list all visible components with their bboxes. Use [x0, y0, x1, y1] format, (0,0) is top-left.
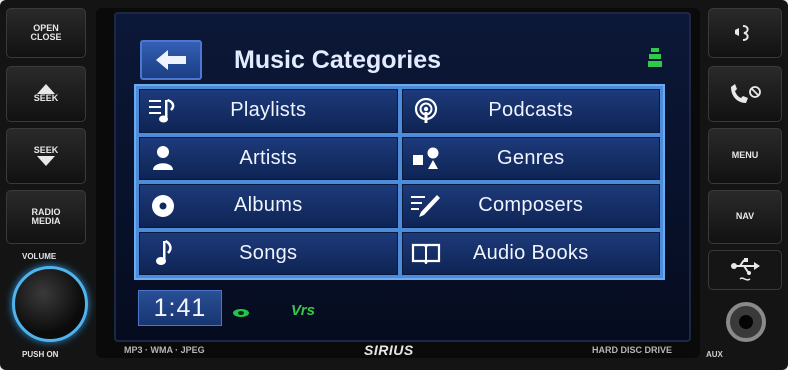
seek-down-label: SEEK — [33, 145, 59, 156]
left-button-column: OPEN CLOSE SEEK SEEK RADIO MEDIA VOLUME … — [0, 0, 94, 370]
category-label: Audio Books — [472, 241, 589, 264]
aux-jack[interactable] — [726, 302, 766, 342]
phone-button[interactable] — [708, 66, 782, 122]
clock-display[interactable]: 1:41 — [138, 290, 222, 326]
phone-icon — [731, 84, 761, 103]
vrs-indicator: Vrs — [291, 302, 315, 319]
category-audio-books-button[interactable]: Audio Books — [401, 231, 660, 275]
category-grid: Playlists Podcasts Artists Genres Albums… — [134, 84, 665, 280]
sirius-logo: SIRIUS — [364, 342, 414, 358]
back-button[interactable] — [140, 40, 202, 80]
arrow-down-icon — [37, 155, 55, 166]
artist-icon — [148, 144, 178, 172]
volume-knob[interactable] — [12, 266, 88, 342]
category-label: Composers — [478, 194, 584, 217]
back-arrow-icon — [156, 50, 186, 70]
hard-disc-label: HARD DISC DRIVE — [592, 345, 673, 355]
eye-status-icon — [233, 309, 249, 317]
voice-command-button[interactable] — [708, 8, 782, 58]
seek-down-button[interactable]: SEEK — [6, 128, 86, 184]
category-label: Genres — [497, 146, 565, 169]
push-on-label: PUSH ON — [22, 350, 59, 359]
category-label: Artists — [239, 146, 298, 169]
playlist-icon — [148, 97, 178, 125]
radio-media-button[interactable]: RADIO MEDIA — [6, 190, 86, 244]
category-artists-button[interactable]: Artists — [139, 136, 398, 180]
category-label: Playlists — [230, 99, 307, 122]
category-songs-button[interactable]: Songs — [139, 231, 398, 275]
category-label: Podcasts — [488, 99, 574, 122]
usb-icon — [731, 258, 760, 281]
seek-up-label: SEEK — [33, 93, 59, 104]
page-title: Music Categories — [234, 46, 442, 74]
format-label: MP3 · WMA · JPEG — [124, 345, 205, 355]
open-close-label: OPEN CLOSE — [30, 22, 62, 42]
category-podcasts-button[interactable]: Podcasts — [401, 89, 660, 133]
category-label: Albums — [234, 194, 303, 217]
category-label: Songs — [239, 241, 298, 264]
disc-icon — [148, 192, 178, 220]
menu-label: MENU — [731, 150, 759, 161]
signal-status-icon — [648, 48, 662, 67]
genre-shapes-icon — [411, 144, 441, 172]
menu-button[interactable]: MENU — [708, 128, 782, 184]
voice-icon — [735, 25, 749, 41]
status-bar: 1:41 Vrs — [138, 290, 678, 330]
category-albums-button[interactable]: Albums — [139, 184, 398, 228]
radio-media-label: RADIO MEDIA — [31, 206, 61, 226]
volume-knob-area: VOLUME PUSH ON — [6, 250, 88, 364]
seek-up-button[interactable]: SEEK — [6, 66, 86, 122]
head-unit: OPEN CLOSE SEEK SEEK RADIO MEDIA VOLUME … — [0, 0, 788, 370]
aux-label: AUX — [706, 350, 723, 359]
title-bar: Music Categories — [128, 40, 676, 80]
podcast-icon — [411, 97, 441, 125]
open-book-icon — [411, 239, 441, 267]
category-playlists-button[interactable]: Playlists — [139, 89, 398, 133]
bottom-label-strip: MP3 · WMA · JPEG SIRIUS HARD DISC DRIVE — [96, 340, 700, 362]
composer-pen-icon — [410, 192, 441, 220]
category-genres-button[interactable]: Genres — [401, 136, 660, 180]
touch-screen: Music Categories Playlists Podcasts Arti… — [114, 12, 691, 342]
aux-input: AUX — [702, 294, 788, 364]
category-composers-button[interactable]: Composers — [401, 184, 660, 228]
usb-port[interactable] — [708, 250, 782, 290]
nav-label: NAV — [735, 211, 755, 222]
open-close-button[interactable]: OPEN CLOSE — [6, 8, 86, 58]
nav-button[interactable]: NAV — [708, 190, 782, 244]
music-note-icon — [148, 239, 178, 267]
volume-label: VOLUME — [22, 252, 57, 261]
